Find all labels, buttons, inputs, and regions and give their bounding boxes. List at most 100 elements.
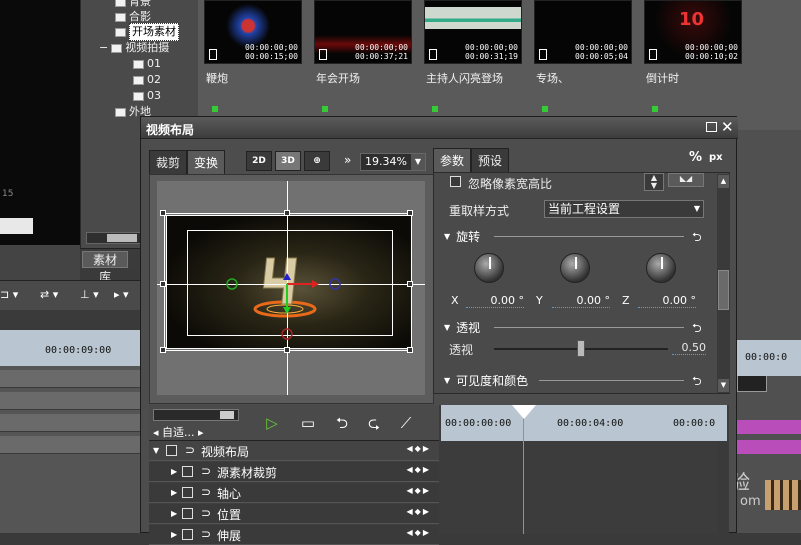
mode-3d-button[interactable]: 3D — [275, 151, 301, 171]
timeline-title-clip[interactable] — [737, 440, 801, 454]
3d-gizmo[interactable] — [157, 181, 425, 395]
rotation-z-knob[interactable] — [646, 253, 676, 283]
visibility-section-header[interactable]: ▼ 可见度和颜色 — [444, 372, 528, 389]
clip-item[interactable]: 10 00:00:00;00 00:00:10;02 倒计时 — [644, 0, 742, 112]
track-row[interactable]: ▼ ⊃ 视频布局 ◀◆▶ — [149, 441, 439, 461]
track-checkbox[interactable] — [182, 508, 193, 519]
track-row[interactable]: ▶ ⊃ 源素材裁剪 ◀◆▶ — [149, 462, 439, 482]
clip-item[interactable]: 00:00:00;00 00:00:31;19 主持人闪亮登场 — [424, 0, 522, 112]
reset-icon[interactable]: ⮌ — [692, 228, 702, 249]
preview-canvas[interactable] — [157, 181, 425, 395]
expand-triangle-icon[interactable]: ▶ — [171, 488, 177, 497]
rotation-y-value[interactable]: 0.00 ° — [552, 294, 610, 308]
track-checkbox[interactable] — [166, 445, 177, 456]
timeline-track[interactable] — [0, 436, 140, 454]
toolbar-tool-icon[interactable]: ⊐ ▾ — [0, 288, 18, 301]
collapse-triangle-icon[interactable]: ▼ — [153, 446, 159, 455]
pixel-unit-toggle[interactable]: px — [709, 152, 723, 163]
mode-2d-button[interactable]: 2D — [246, 151, 272, 171]
close-button[interactable]: ✕ — [721, 118, 734, 136]
track-checkbox[interactable] — [182, 529, 193, 540]
next-keyframe-icon[interactable]: ⮎ — [363, 413, 385, 433]
tree-item-expandable[interactable]: − 视频拍摄 — [99, 40, 169, 56]
expand-triangle-icon[interactable]: ▶ — [171, 509, 177, 518]
keyframe-nav-icon[interactable]: ◀◆▶ — [407, 486, 431, 495]
keyframe-nav-icon[interactable]: ◀◆▶ — [407, 444, 431, 453]
tree-item[interactable]: 03 — [133, 88, 161, 104]
slider-thumb[interactable] — [220, 411, 234, 419]
tree-item[interactable]: 01 — [133, 56, 161, 72]
reset-icon[interactable]: ⮌ — [692, 372, 702, 393]
tab-crop[interactable]: 裁剪 — [149, 150, 188, 175]
tab-asset-library[interactable]: 素材库 — [82, 251, 128, 284]
preview-scrub-bar[interactable] — [0, 218, 33, 234]
perspective-section-header[interactable]: ▼ 透视 — [444, 319, 480, 336]
timeline-ruler-right[interactable]: 00:00:0 — [737, 340, 801, 376]
clip-item[interactable]: 00:00:00;00 00:00:37;21 年会开场 — [314, 0, 412, 112]
graph-icon[interactable]: ⟋ — [395, 413, 417, 433]
link-toggle-icon[interactable]: ◣◢ — [668, 173, 704, 187]
track-checkbox[interactable] — [182, 487, 193, 498]
ignore-aspect-checkbox[interactable] — [450, 176, 461, 187]
timeline-track[interactable] — [0, 414, 140, 432]
play-icon[interactable]: ▷ — [261, 413, 283, 433]
scrollbar-thumb[interactable] — [718, 270, 729, 310]
keyframe-nav-icon[interactable]: ◀◆▶ — [407, 465, 431, 474]
clip-item[interactable]: 00:00:00;00 00:00:05;04 专场、 — [534, 0, 632, 112]
expand-triangle-icon[interactable]: ▶ — [171, 530, 177, 539]
timeline-zoom-slider[interactable] — [153, 409, 239, 421]
parameter-scrollbar[interactable]: ▲ ▼ — [717, 174, 730, 393]
timeline-thumbnail-clip[interactable] — [765, 480, 801, 510]
fit-dropdown[interactable]: ◂ 自适... ▸ — [153, 424, 239, 439]
keyframe-track-list: ◂ 自适... ▸ ▷ ▭ ⮌ ⮎ ⟋ ▼ ⊃ 视频布局 ◀◆▶ ▶ ⊃ 源素材… — [149, 405, 439, 545]
rotation-section-header[interactable]: ▼ 旋转 — [444, 228, 480, 245]
spinner-updown-icon[interactable]: ▲ ▼ — [644, 173, 664, 191]
keyframe-nav-icon[interactable]: ◀◆▶ — [407, 507, 431, 516]
prev-keyframe-icon[interactable]: ⮌ — [331, 413, 353, 433]
resample-select[interactable]: 当前工程设置 ▼ — [544, 200, 704, 218]
scroll-down-icon[interactable]: ▼ — [718, 379, 729, 392]
loop-icon: ⊃ — [201, 527, 212, 541]
track-row[interactable]: ▶ ⊃ 伸展 ◀◆▶ — [149, 525, 439, 545]
scrollbar-thumb[interactable] — [107, 234, 137, 242]
reset-icon[interactable]: ⮌ — [692, 319, 702, 340]
scroll-up-icon[interactable]: ▲ — [718, 175, 729, 188]
zoom-select[interactable]: 19.34% ▼ — [360, 153, 426, 171]
zoom-menu-icon[interactable]: » — [344, 153, 356, 171]
tab-presets[interactable]: 预设 — [471, 148, 510, 173]
tree-item[interactable]: 02 — [133, 72, 161, 88]
dialog-titlebar[interactable]: 视频布局 ✕ — [141, 117, 738, 139]
expand-triangle-icon[interactable]: ▶ — [171, 467, 177, 476]
add-keyframe-icon[interactable]: ▭ — [297, 413, 319, 433]
track-row[interactable]: ▶ ⊃ 位置 ◀◆▶ — [149, 504, 439, 524]
track-row[interactable]: ▶ ⊃ 轴心 ◀◆▶ — [149, 483, 439, 503]
chevron-down-icon[interactable]: ▼ — [411, 154, 425, 170]
maximize-button[interactable] — [706, 122, 717, 132]
keyframe-scrollbar[interactable] — [717, 441, 729, 534]
percent-unit-toggle[interactable]: % — [689, 150, 702, 165]
tree-item-selected[interactable]: 开场素材 — [115, 23, 179, 41]
track-checkbox[interactable] — [182, 466, 193, 477]
timeline-track[interactable] — [0, 370, 140, 388]
rotation-z-value[interactable]: 0.00 ° — [638, 294, 696, 308]
playhead-handle[interactable] — [512, 405, 536, 419]
timeline-track[interactable] — [0, 392, 140, 410]
grid-mode-button[interactable]: ⊕ — [304, 151, 330, 171]
toolbar-tool-icon[interactable]: ⊥ ▾ — [80, 288, 99, 301]
tab-transform[interactable]: 变换 — [187, 150, 226, 175]
rotation-y-knob[interactable] — [560, 253, 590, 283]
clip-in-timecode: 00:00:00;00 — [575, 43, 628, 52]
toolbar-tool-icon[interactable]: ▸ ▾ — [114, 288, 129, 301]
perspective-slider-thumb[interactable] — [577, 340, 585, 357]
timeline-ruler[interactable]: 00:00:09:00 — [0, 330, 140, 366]
toolbar-tool-icon[interactable]: ⇄ ▾ — [40, 288, 58, 301]
tab-parameters[interactable]: 参数 — [433, 148, 472, 173]
rotation-x-knob[interactable] — [474, 253, 504, 283]
keyframe-ruler[interactable]: 00:00:00:00 00:00:04:00 00:00:0 — [441, 405, 727, 441]
clip-item[interactable]: 00:00:00;00 00:00:15;00 鞭炮 — [204, 0, 302, 112]
collapse-icon[interactable]: − — [99, 40, 108, 56]
timeline-title-clip[interactable] — [737, 420, 801, 434]
ignore-aspect-row: 忽略像素宽高比 ▲ ▼ ◣◢ — [434, 173, 717, 193]
rotation-x-value[interactable]: 0.00 ° — [466, 294, 524, 308]
perspective-value[interactable]: 0.50 — [672, 341, 706, 355]
